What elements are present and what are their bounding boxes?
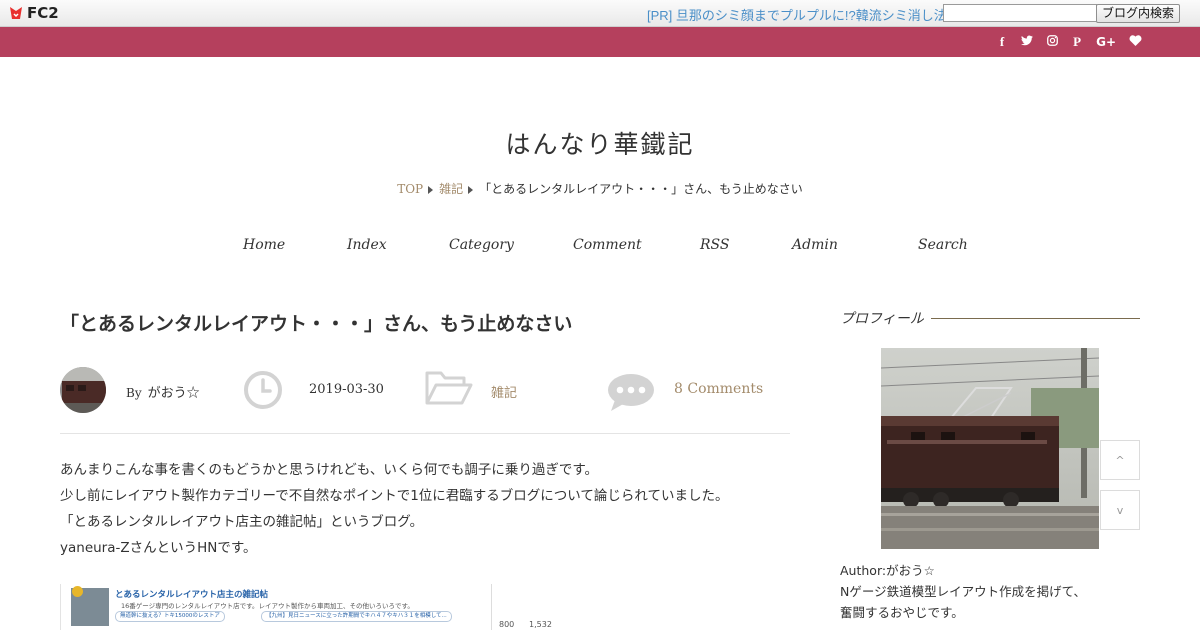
body-paragraph: あんまりこんな事を書くのもどうかと思うけれども、いくら何でも調子に乗り過ぎです。 bbox=[60, 462, 598, 478]
post-body: あんまりこんな事を書くのもどうかと思うけれども、いくら何でも調子に乗り過ぎです。… bbox=[60, 457, 728, 561]
blog-search-input[interactable] bbox=[943, 4, 1097, 22]
scroll-down-button[interactable]: v bbox=[1100, 490, 1140, 530]
post-category[interactable]: 雑記 bbox=[491, 382, 517, 401]
pinterest-icon[interactable]: P bbox=[1071, 34, 1083, 50]
breadcrumb-top-link[interactable]: TOP bbox=[397, 182, 423, 196]
body-paragraph: 少し前にレイアウト製作カテゴリーで不自然なポイントで1位に君臨するブログについて… bbox=[60, 488, 729, 504]
heart-icon[interactable] bbox=[1129, 35, 1142, 49]
rank-medal-icon bbox=[72, 586, 83, 597]
screenshot-separator bbox=[491, 584, 492, 630]
fc2-header-bar: FC2 [PR] 旦那のシミ顔までプルプルに!?韓流シミ消し法が ブログ内検索 bbox=[0, 0, 1200, 27]
screenshot-tag: 【九州】見日ニュースに立った許期間でキハ４７やキハ３１を相模して... bbox=[261, 611, 452, 622]
post-meta-divider bbox=[60, 433, 790, 434]
post-date: 2019-03-30 bbox=[309, 382, 384, 397]
breadcrumb-category-link[interactable]: 雑記 bbox=[439, 182, 463, 196]
facebook-icon[interactable]: f bbox=[996, 34, 1008, 50]
profile-desc-line: Nゲージ鉄道模型レイアウト作成を掲げて、 bbox=[840, 584, 1086, 599]
fc2-fox-icon bbox=[10, 7, 22, 19]
nav-category[interactable]: Category bbox=[449, 237, 514, 253]
pr-ad-link[interactable]: [PR] 旦那のシミ顔までプルプルに!?韓流シミ消し法が bbox=[647, 5, 960, 24]
scroll-up-button[interactable]: ^ bbox=[1100, 440, 1140, 480]
body-paragraph: yaneura-ZさんというHNです。 bbox=[60, 540, 257, 556]
nav-index[interactable]: Index bbox=[347, 237, 387, 253]
blog-title[interactable]: はんなり華鐵記 bbox=[0, 125, 1200, 161]
breadcrumb-current: 「とあるレンタルレイアウト・・・」さん、もう止めなさい bbox=[479, 182, 803, 196]
profile-author: Author:がおう☆ bbox=[840, 563, 935, 578]
post-title[interactable]: 「とあるレンタルレイアウト・・・」さん、もう止めなさい bbox=[60, 309, 572, 336]
profile-desc-line: 奮闘するおやじです。 bbox=[840, 605, 964, 620]
chevron-up-icon: ^ bbox=[1115, 453, 1125, 467]
screenshot-stat-a: 800 bbox=[499, 620, 515, 629]
sidebar-title-rule bbox=[931, 318, 1140, 319]
screenshot-blog-desc: 16番ゲージ専門のレンタルレイアウト店です。レイアウト製作から車両加工、その他い… bbox=[121, 602, 414, 610]
instagram-icon[interactable] bbox=[1046, 35, 1058, 49]
nav-admin[interactable]: Admin bbox=[792, 237, 838, 253]
sidebar-profile-title: プロフィール bbox=[840, 311, 924, 327]
embedded-screenshot[interactable]: とあるレンタルレイアウト店主の雑記帖 16番ゲージ専門のレンタルレイアウト店です… bbox=[60, 584, 523, 630]
blog-search-button[interactable]: ブログ内検索 bbox=[1096, 4, 1180, 23]
author-name[interactable]: がおう☆ bbox=[148, 386, 200, 401]
clock-icon bbox=[244, 371, 282, 409]
screenshot-tag: 無道幹に抜える？トキ15000のレストア bbox=[115, 611, 225, 622]
author-avatar[interactable] bbox=[60, 367, 106, 413]
post-comments-link[interactable]: 8 Comments bbox=[674, 381, 763, 397]
by-label: By bbox=[126, 386, 142, 400]
nav-comment[interactable]: Comment bbox=[573, 237, 642, 253]
sidebar-profile-text: Author:がおう☆ Nゲージ鉄道模型レイアウト作成を掲げて、 奮闘するおやじ… bbox=[840, 560, 1086, 623]
body-paragraph: 「とあるレンタルレイアウト店主の雑記帖」というブログ。 bbox=[60, 514, 424, 530]
social-icons: f P G+ bbox=[996, 27, 1142, 57]
post-author: By がおう☆ bbox=[126, 382, 200, 401]
breadcrumb: TOP 雑記 「とあるレンタルレイアウト・・・」さん、もう止めなさい bbox=[0, 180, 1200, 197]
folder-open-icon bbox=[425, 371, 473, 405]
breadcrumb-arrow-icon bbox=[468, 185, 474, 194]
profile-image bbox=[881, 348, 1099, 549]
social-band: f P G+ bbox=[0, 27, 1200, 57]
nav-rss[interactable]: RSS bbox=[700, 237, 729, 253]
fc2-logo-text: FC2 bbox=[27, 4, 59, 22]
chevron-down-icon: v bbox=[1116, 503, 1124, 517]
twitter-icon[interactable] bbox=[1021, 35, 1034, 49]
screenshot-blog-title: とあるレンタルレイアウト店主の雑記帖 bbox=[115, 590, 269, 600]
screenshot-stat-b: 1,532 bbox=[529, 620, 552, 629]
nav-search[interactable]: Search bbox=[918, 237, 968, 253]
breadcrumb-arrow-icon bbox=[428, 185, 434, 194]
nav-home[interactable]: Home bbox=[243, 237, 285, 253]
google-plus-icon[interactable]: G+ bbox=[1096, 35, 1116, 49]
fc2-logo[interactable]: FC2 bbox=[8, 3, 59, 23]
comment-bubble-icon bbox=[608, 374, 654, 411]
